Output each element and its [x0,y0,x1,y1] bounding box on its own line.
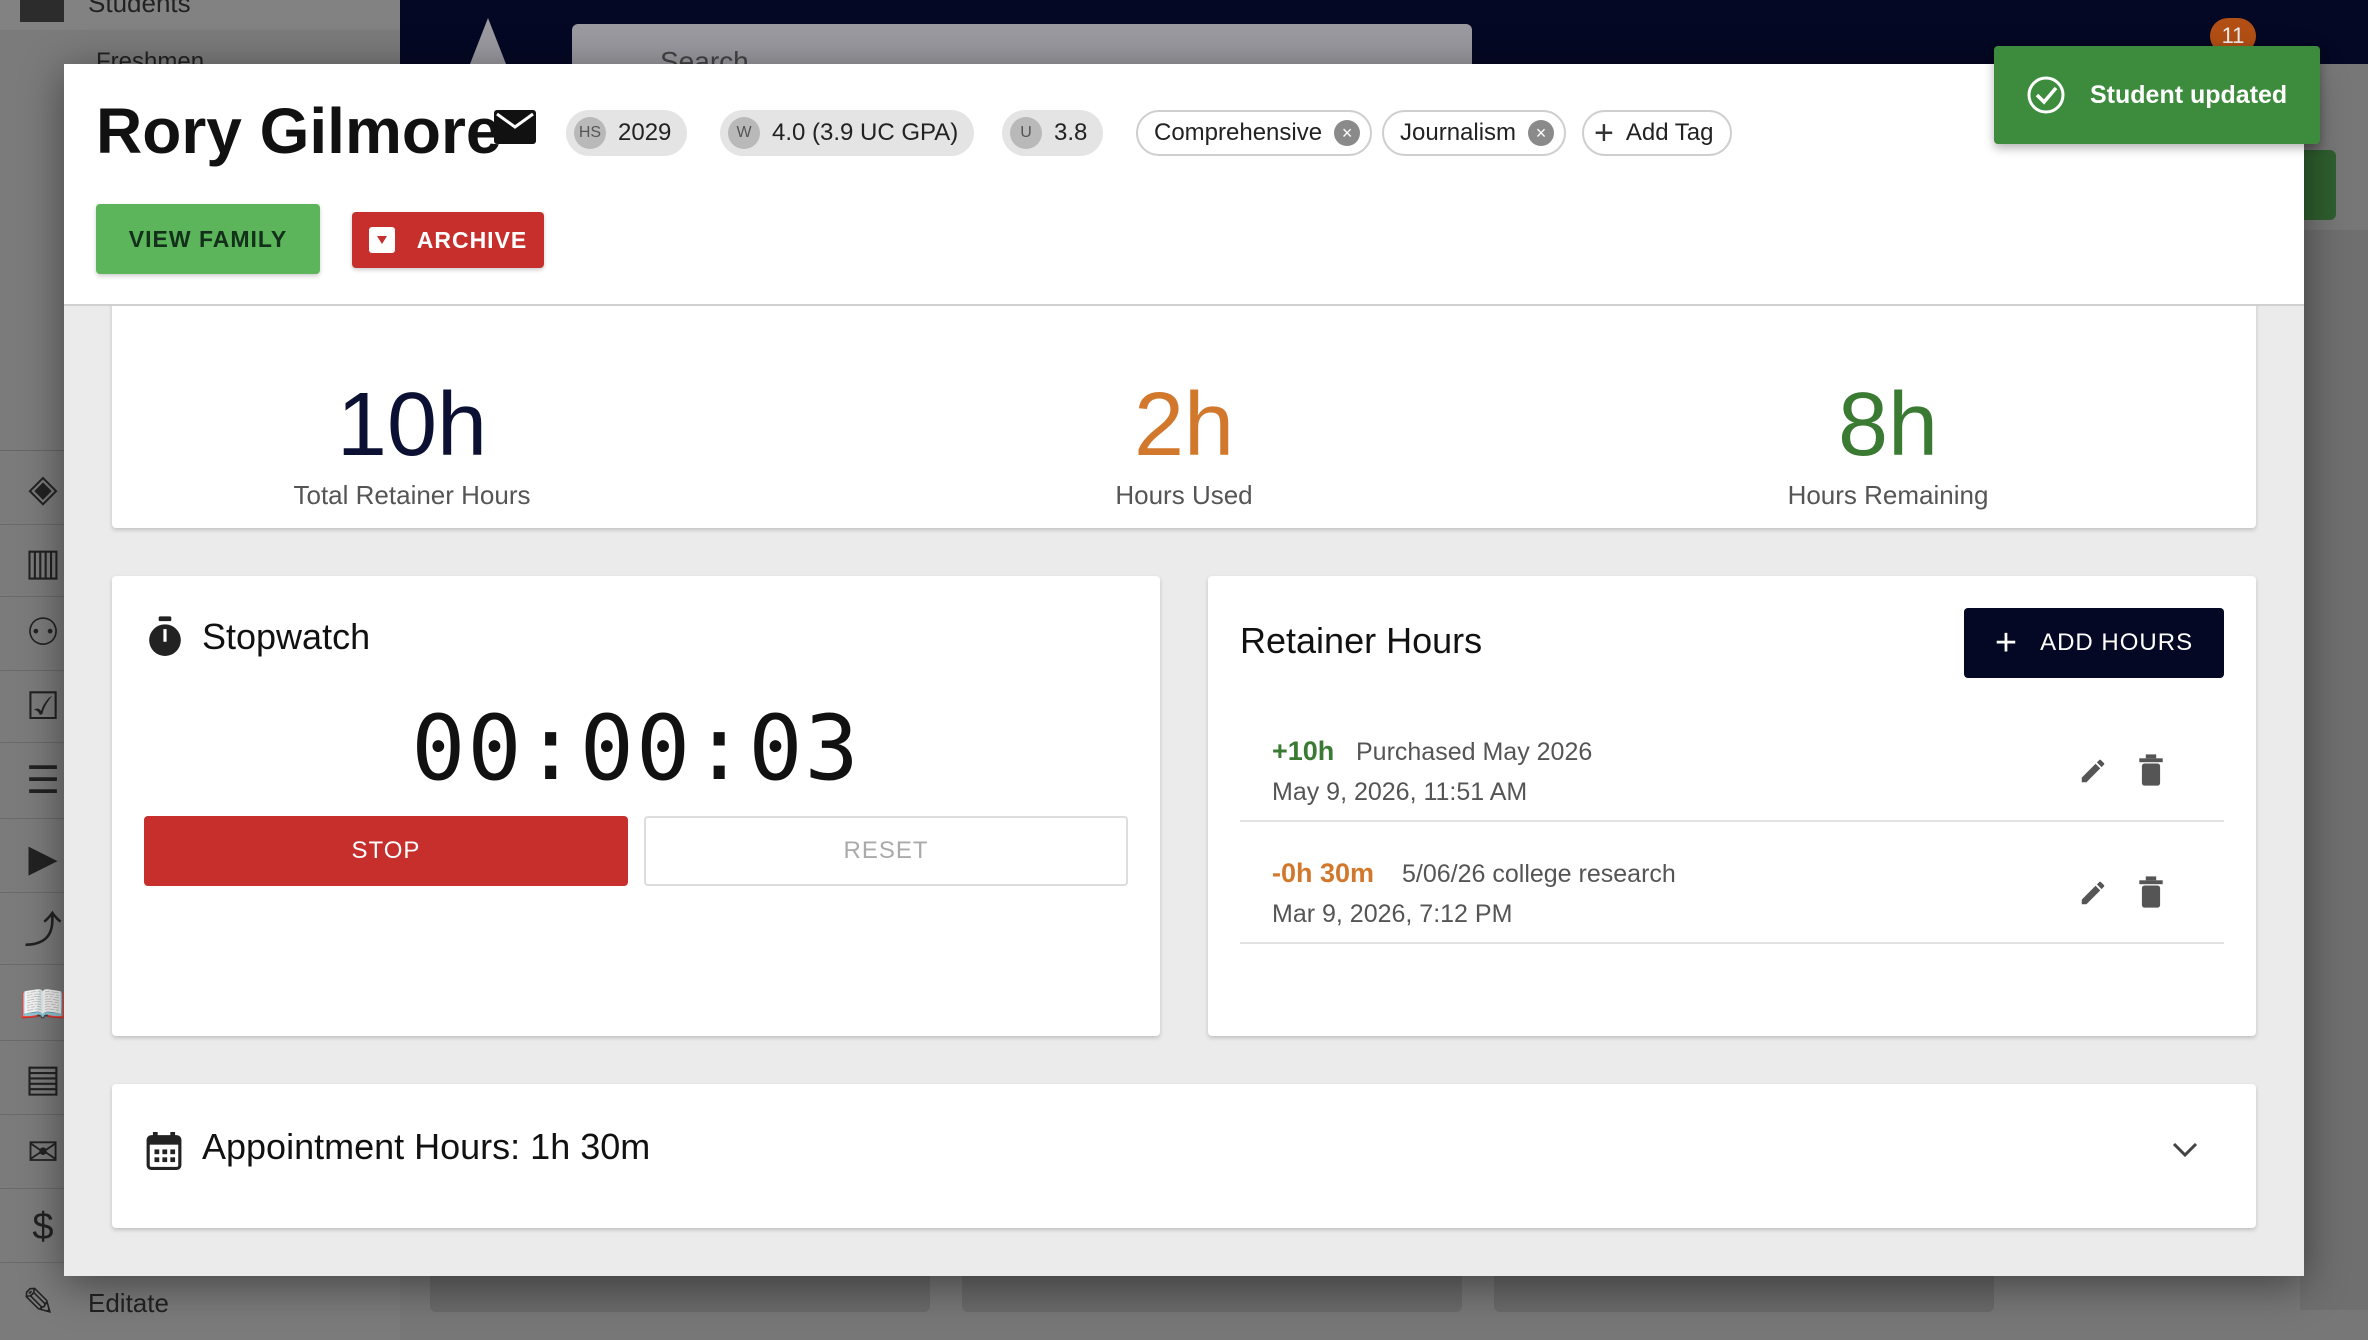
rate-review-icon: ✎ [22,1281,56,1325]
edit-icon[interactable] [2078,878,2108,908]
stopwatch-time: 00:00:03 [411,696,861,801]
edit-icon[interactable] [2078,756,2108,786]
document-icon[interactable]: ▤ [20,1056,66,1102]
delete-icon[interactable] [2138,876,2164,908]
grad-year-chip: HS 2029 [566,110,688,156]
entry-description: 5/06/26 college research [1402,860,1676,888]
plus-icon: + [1994,622,2019,664]
plus-icon: + [1594,114,1614,152]
archive-icon [368,227,395,253]
student-modal: 10h Total Retainer Hours 2h Hours Used 8… [64,64,2304,1276]
background-card [1494,1272,1994,1312]
rail-divider [0,892,64,893]
entry-date: Mar 9, 2026, 7:12 PM [1272,900,1513,928]
add-tag-label: Add Tag [1625,119,1714,146]
stopwatch-card: Stopwatch 00:00:03 STOP RESET [112,576,1160,1036]
chip-avatar: U [1010,117,1042,149]
student-name: Rory Gilmore [96,95,502,167]
chevron-down-icon[interactable] [2172,1142,2198,1158]
remove-tag-icon[interactable]: × [1334,120,1361,146]
stat-label: Hours Remaining [1787,480,1989,510]
video-library-icon[interactable]: ▶ [20,836,66,882]
view-family-button[interactable]: VIEW FAMILY [96,204,320,274]
list-icon[interactable]: ☰ [20,758,66,804]
rail-divider [0,964,64,965]
rail-divider [0,1262,64,1263]
weighted-gpa-chip: W 4.0 (3.9 UC GPA) [720,110,975,156]
background-right-panel [2300,230,2368,1310]
people-icon[interactable]: ⚇ [20,610,66,656]
entry-amount: +10h [1272,736,1335,766]
rail-divider [0,742,64,743]
rail-divider [0,670,64,671]
mail-icon[interactable]: ✉ [20,1130,66,1176]
background-card [962,1272,1462,1312]
add-hours-button[interactable]: + ADD HOURS [1964,608,2224,678]
stat-label: Hours Used [1115,480,1253,510]
rail-divider [0,1040,64,1041]
retainer-title: Retainer Hours [1240,620,1483,661]
tag-label: Journalism [1400,119,1517,146]
app-logo[interactable] [470,18,506,64]
stopwatch-title: Stopwatch [202,616,371,657]
stop-button[interactable]: STOP [144,816,628,886]
retainer-entry: -0h 30m 5/06/26 college research Mar 9, … [1240,822,2224,944]
layers-icon[interactable]: ◈ [20,466,66,512]
merge-icon[interactable]: ⤴ [20,908,66,954]
rail-divider [0,1188,64,1189]
rail-divider [0,596,64,597]
retainer-entry: +10h Purchased May 2026 May 9, 2026, 11:… [1240,700,2224,822]
book-reader-icon[interactable]: 📖 [19,982,66,1028]
reset-button[interactable]: RESET [644,816,1128,886]
calendar-icon [146,1132,182,1170]
entry-date: May 9, 2026, 11:51 AM [1272,778,1528,806]
stat-value: 10h [336,375,488,475]
tag-label: Comprehensive [1154,119,1323,146]
sidebar-item-editate[interactable]: Editate [88,1288,169,1319]
rail-divider [0,524,64,525]
students-icon [20,0,64,22]
sidebar-item-students[interactable]: Students [0,0,400,30]
retainer-hours-card: Retainer Hours + ADD HOURS +10h Purchase… [1208,576,2256,1036]
rail-divider [0,818,64,819]
stat-value: 2h [1133,375,1235,475]
dollar-icon[interactable]: $ [20,1204,66,1250]
appointment-hours-card[interactable]: Appointment Hours: 1h 30m [112,1084,2256,1228]
entry-description: Purchased May 2026 [1356,738,1593,766]
checklist-icon[interactable]: ☑ [20,684,66,730]
stat-value: 8h [1837,375,1939,475]
appointment-hours-title: Appointment Hours: 1h 30m [202,1126,651,1167]
add-tag-button[interactable]: + Add Tag [1582,110,1732,156]
tag-chip[interactable]: Journalism × [1382,110,1567,156]
columns-icon[interactable]: ▥ [20,540,66,586]
add-hours-label: ADD HOURS [2040,629,2194,656]
tag-chip[interactable]: Comprehensive × [1136,110,1373,156]
delete-icon[interactable] [2138,754,2164,786]
stat-label: Total Retainer Hours [293,480,531,510]
chip-value: 3.8 [1054,119,1088,146]
timer-icon [149,616,181,656]
toast-message: Student updated [2090,80,2288,109]
check-circle-icon [2027,76,2065,114]
chip-avatar: W [728,117,760,149]
background-card [430,1272,930,1312]
email-icon[interactable] [494,110,536,144]
success-toast: Student updated [1994,46,2320,144]
student-header: Rory Gilmore HS 2029 W 4.0 (3.9 UC GPA) … [64,64,2304,306]
sidebar-item-label: Students [88,0,191,18]
chip-value: 4.0 (3.9 UC GPA) [772,119,959,146]
remove-tag-icon[interactable]: × [1528,120,1555,146]
archive-label: ARCHIVE [416,226,528,253]
rail-divider [0,1114,64,1115]
unweighted-gpa-chip: U 3.8 [1002,110,1104,156]
entry-amount: -0h 30m [1272,858,1375,888]
chip-value: 2029 [618,119,672,146]
archive-button[interactable]: ARCHIVE [352,212,544,268]
chip-avatar: HS [574,117,606,149]
